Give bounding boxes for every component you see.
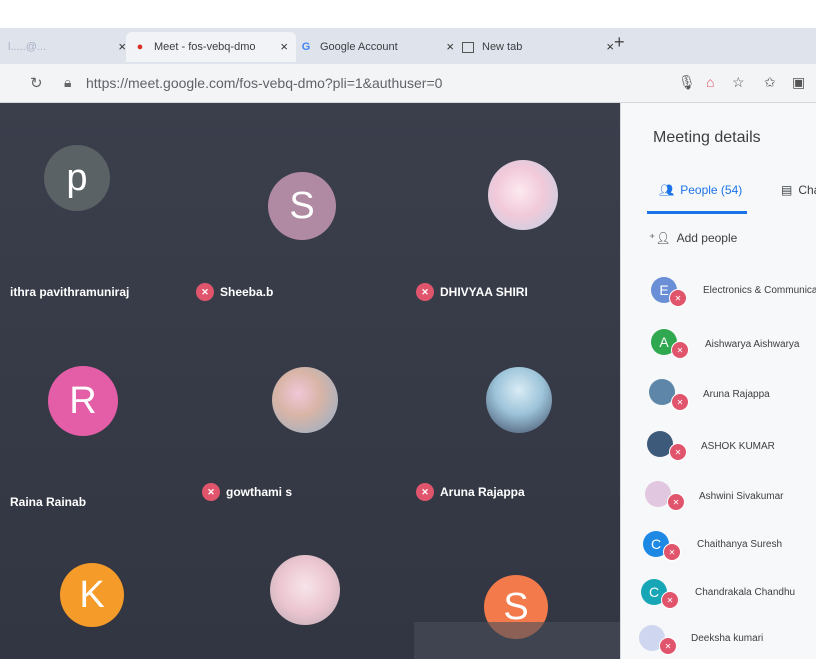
mic-off-icon: ✕ — [416, 483, 434, 501]
participant-name: ✕ gowthami s — [202, 483, 292, 501]
add-person-icon: ⁺👤︎ — [649, 231, 671, 245]
mic-off-icon: ✕ — [671, 341, 689, 359]
mic-off-icon: ✕ — [669, 443, 687, 461]
close-tab-icon[interactable]: × — [118, 39, 126, 54]
participant-name-label: gowthami s — [226, 485, 293, 499]
person-name: Chandrakala Chandhu — [695, 587, 796, 598]
tab-google-account[interactable]: G Google Account × — [292, 32, 462, 62]
people-icon: 👥︎ — [659, 183, 675, 197]
active-tab-indicator — [647, 211, 747, 214]
google-g-icon: G — [301, 41, 311, 53]
person-name: Ashwini Sivakumar — [699, 491, 784, 502]
person-name: Electronics & Communication E — [703, 285, 816, 296]
close-tab-icon[interactable]: × — [280, 39, 288, 54]
meeting-details-panel: Meeting details 👥︎ People (54) ▤ Cha ⁺👤︎… — [620, 103, 816, 659]
person-name: Aruna Rajappa — [703, 389, 770, 400]
participant-name-label: Aruna Rajappa — [440, 485, 525, 499]
newtab-icon — [462, 41, 474, 53]
close-tab-icon[interactable]: × — [606, 39, 614, 54]
participant-name-label: DHIVYAA SHIRI — [440, 285, 528, 299]
participant-name: Raina Rainab — [10, 495, 86, 509]
tab-google-account-label: Google Account — [320, 41, 398, 53]
tab-people-label: People (54) — [680, 183, 743, 197]
people-list-item[interactable]: ✕ Deeksha kumari — [621, 617, 816, 659]
mic-off-icon: ✕ — [669, 289, 687, 307]
tab-chat[interactable]: ▤ Cha — [781, 183, 816, 197]
participant-name: ✕ Aruna Rajappa — [416, 483, 525, 501]
mic-off-icon: ✕ — [663, 543, 681, 561]
mic-off-icon: ✕ — [416, 283, 434, 301]
participant-name: ✕ Sheeba.b — [196, 283, 273, 301]
panel-title: Meeting details — [653, 129, 761, 146]
url-field[interactable]: https://meet.google.com/fos-vebq-dmo?pli… — [86, 75, 442, 91]
avatar-initial: S — [289, 184, 315, 227]
mic-off-icon: ✕ — [671, 393, 689, 411]
reload-icon[interactable]: ↻ — [30, 74, 43, 92]
bottom-bar — [414, 622, 620, 659]
collections-icon[interactable]: ▣ — [792, 74, 805, 91]
family-photo — [272, 367, 338, 433]
tab-gmail-label: l.....@... — [8, 41, 47, 53]
people-list-item[interactable]: A ✕ Aishwarya Aishwarya — [621, 321, 816, 367]
teddy-bear-photo — [488, 160, 558, 230]
participant-avatar: K — [60, 563, 124, 627]
person-name: ASHOK KUMAR — [701, 441, 775, 452]
people-list-item[interactable]: ✕ Ashwini Sivakumar — [621, 473, 816, 519]
participant-name-label: Sheeba.b — [220, 285, 274, 299]
avatar-initial: C — [648, 584, 660, 600]
participant-name-label: Raina Rainab — [10, 495, 87, 509]
mic-off-icon: ✕ — [202, 483, 220, 501]
tab-meet-label: Meet - fos-vebq-dmo — [154, 41, 256, 53]
person-name: Chaithanya Suresh — [697, 539, 783, 550]
participant-name: ithra pavithramuniraj — [10, 285, 129, 299]
participant-avatar: R — [48, 366, 118, 436]
star-icon[interactable]: ☆ — [732, 74, 745, 91]
tab-meet[interactable]: ● Meet - fos-vebq-dmo × — [126, 32, 296, 62]
people-list-item[interactable]: C ✕ Chandrakala Chandhu — [621, 571, 816, 617]
mic-off-icon: ✕ — [661, 591, 679, 609]
people-list-item[interactable]: E ✕ Electronics & Communication E — [621, 267, 816, 313]
avatar-initial: p — [66, 156, 88, 199]
tab-new[interactable]: New tab × — [454, 32, 622, 62]
baby-photo — [270, 555, 340, 625]
avatar-initial: C — [650, 536, 662, 552]
add-people-label: Add people — [676, 231, 738, 245]
participant-name-label: ithra pavithramuniraj — [10, 285, 130, 299]
tab-people[interactable]: 👥︎ People (54) — [659, 183, 742, 197]
participant-grid: p ithra pavithramuniraj S ✕ Sheeba.b ✕ D… — [0, 103, 640, 659]
tab-chat-label: Cha — [798, 183, 816, 197]
chat-icon: ▤ — [781, 183, 793, 197]
new-tab-button[interactable]: + — [614, 32, 625, 53]
favorites-icon[interactable]: ✩ — [764, 74, 776, 91]
people-list-item[interactable]: ✕ Aruna Rajappa — [621, 373, 816, 419]
avatar-initial: E — [659, 282, 669, 298]
avatar-initial: R — [69, 379, 97, 422]
tab-new-label: New tab — [482, 41, 523, 53]
tab-strip: l.....@... × ● Meet - fos-vebq-dmo × G G… — [0, 28, 816, 64]
avatar-initial: A — [659, 334, 669, 350]
mic-off-icon: ✕ — [659, 637, 677, 655]
mic-off-icon: ✕ — [196, 283, 214, 301]
quote-photo — [486, 367, 552, 433]
avatar-initial: K — [79, 573, 105, 616]
person-name: Deeksha kumari — [691, 633, 764, 644]
person-name: Aishwarya Aishwarya — [705, 339, 800, 350]
tab-gmail[interactable]: l.....@... × — [0, 32, 134, 62]
screen: l.....@... × ● Meet - fos-vebq-dmo × G G… — [0, 0, 816, 659]
close-tab-icon[interactable]: × — [446, 39, 454, 54]
add-people-button[interactable]: ⁺👤︎ Add people — [649, 231, 737, 245]
lock-icon[interactable]: 🔒︎ — [64, 74, 71, 91]
address-bar: ↻ 🔒︎ https://meet.google.com/fos-vebq-dm… — [0, 64, 816, 103]
microphone-icon[interactable]: 🎙︎ — [678, 74, 696, 91]
participant-avatar: p — [44, 145, 110, 211]
people-list-item[interactable]: ✕ ASHOK KUMAR — [621, 423, 816, 469]
participant-name: ✕ DHIVYAA SHIRI — [416, 283, 528, 301]
mic-off-icon: ✕ — [667, 493, 685, 511]
participant-avatar: S — [268, 172, 336, 240]
meet-icon: ● — [136, 41, 144, 53]
people-list-item[interactable]: C ✕ Chaithanya Suresh — [621, 523, 816, 569]
camera-blocked-icon[interactable]: ⌂ — [706, 74, 714, 90]
